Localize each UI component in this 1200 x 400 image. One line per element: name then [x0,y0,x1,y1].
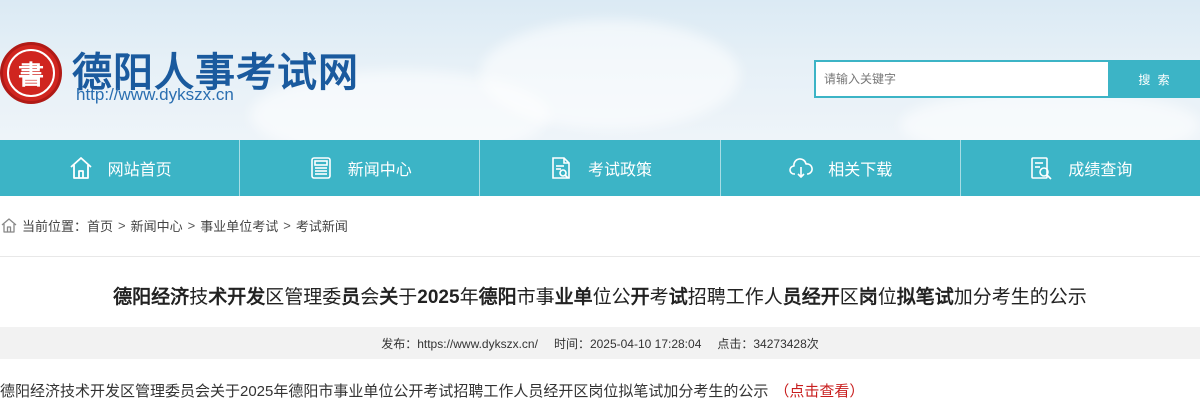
site-header: 書 德阳人事考试网 http://www.dykszx.cn 搜 索 [0,0,1200,140]
breadcrumb: 当前位置： 首页 > 新闻中心 > 事业单位考试 > 考试新闻 [0,214,348,236]
title-segment: 关 [379,287,399,308]
nav-item-label: 考试政策 [588,162,653,179]
nav-item-label: 网站首页 [107,162,172,179]
breadcrumb-separator: > [187,217,196,233]
breadcrumb-exam-news[interactable]: 考试新闻 [296,216,348,235]
nav-item-label: 相关下载 [828,162,893,179]
breadcrumb-public-exam[interactable]: 事业单位考试 [200,216,278,235]
title-segment: 员 [341,287,361,308]
article-body-text: 德阳经济技术开发区管理委员会关于2025年德阳市事业单位公开考试招聘工作人员经开… [0,383,769,400]
breadcrumb-prefix: 当前位置： [22,218,88,234]
title-segment: 业单 [554,287,593,308]
meta-clicks: 点击：34273428次 [717,336,819,351]
article-body: 德阳经济技术开发区管理委员会关于2025年德阳市事业单位公开考试招聘工作人员经开… [0,380,864,400]
title-segment: 区管理委 [265,287,342,308]
title-segment: 位 [877,287,897,308]
header-cloud-decoration [480,20,740,130]
site-logo-icon[interactable]: 書 [0,42,62,104]
title-segment: 试 [668,287,688,308]
nav-item-policy[interactable]: 考试政策 [480,140,721,196]
title-segment: 术开发 [208,287,266,308]
logo-char: 書 [7,49,55,97]
title-segment: 德阳 [478,287,517,308]
title-segment: 区 [839,287,859,308]
title-segment: 招聘工作人 [687,287,783,308]
title-segment: 岗 [858,287,878,308]
breadcrumb-separator: > [118,217,126,233]
search-input[interactable] [814,60,1110,98]
breadcrumb-separator: > [283,217,291,233]
breadcrumb-home[interactable]: 首页 [87,216,113,235]
search-bar: 搜 索 [814,60,1200,98]
title-segment: 技 [189,287,209,308]
meta-publisher: 发布：https://www.dykszx.cn/ [381,336,538,351]
divider [0,256,1200,257]
query-icon [1028,155,1054,181]
title-segment: 年 [459,287,479,308]
download-icon [788,155,814,181]
title-segment: 市事 [516,287,555,308]
policy-icon [548,155,574,181]
title-segment: 位公 [592,287,631,308]
nav-item-news[interactable]: 新闻中心 [240,140,481,196]
location-home-icon [0,216,18,234]
nav-item-label: 新闻中心 [347,162,412,179]
title-segment: 会 [360,287,380,308]
nav-item-home[interactable]: 网站首页 [0,140,241,196]
home-icon [68,155,94,181]
title-segment: 德阳经济 [113,287,190,308]
breadcrumb-news-center[interactable]: 新闻中心 [131,216,183,235]
article-meta: 发布：https://www.dykszx.cn/ 时间：2025-04-10 … [0,327,1200,359]
title-segment: 考 [649,287,669,308]
meta-time: 时间：2025-04-10 17:28:04 [553,336,702,351]
news-icon [308,155,334,181]
title-segment: 2025 [417,287,460,308]
site-url: http://www.dykszx.cn [76,85,234,104]
view-details-link[interactable]: （点击查看） [774,383,864,400]
title-segment: 开 [630,287,650,308]
title-segment: 于 [398,287,418,308]
title-segment: 员经开 [782,287,840,308]
main-nav: 网站首页 新闻中心 考试政策 相关下载 成绩查询 [0,140,1200,196]
title-segment: 拟笔试 [896,287,954,308]
title-segment: 加分考生的公示 [953,287,1087,308]
article-title: 德阳经济技术开发区管理委员会关于2025年德阳市事业单位公开考试招聘工作人员经开… [0,282,1200,309]
nav-item-query[interactable]: 成绩查询 [961,140,1200,196]
nav-item-download[interactable]: 相关下载 [721,140,961,196]
search-button[interactable]: 搜 索 [1110,60,1200,98]
nav-item-label: 成绩查询 [1068,162,1133,179]
